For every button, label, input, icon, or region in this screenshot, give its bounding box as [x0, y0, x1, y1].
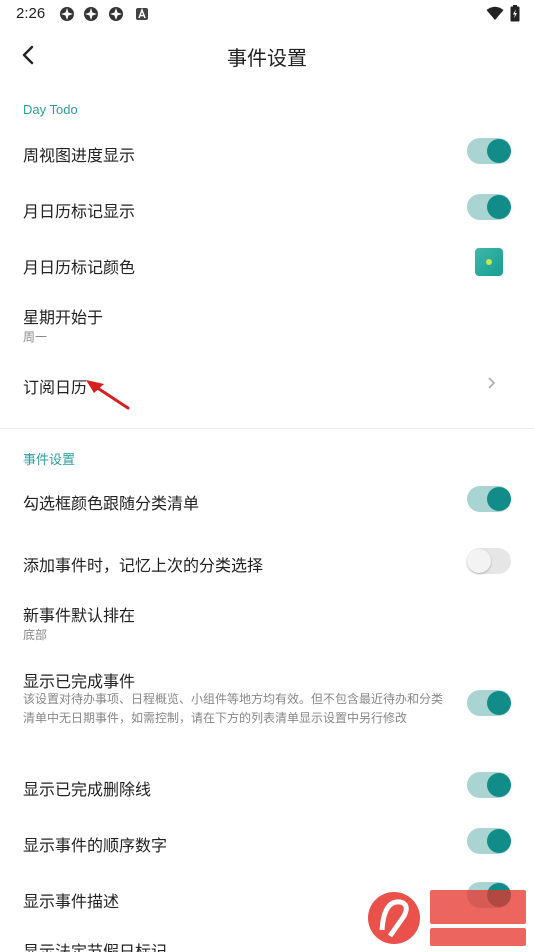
setting-completed-strikethrough[interactable]: 显示已完成删除线 — [0, 762, 534, 810]
setting-label: 显示事件描述 — [23, 894, 120, 911]
strikethrough-toggle[interactable] — [467, 772, 511, 798]
setting-label: 月日历标记显示 — [23, 204, 136, 221]
setting-label: 添加事件时，记忆上次的分类选择 — [23, 558, 264, 575]
battery-charging-icon — [510, 5, 520, 22]
status-time: 2:26 — [16, 5, 46, 22]
setting-label: 新事件默认排在 — [23, 608, 136, 625]
chevron-right-icon — [488, 377, 496, 389]
setting-label: 订阅日历 — [23, 380, 88, 397]
setting-value: 底部 — [23, 628, 48, 642]
setting-label: 显示已完成事件 — [23, 674, 136, 691]
setting-label: 显示已完成删除线 — [23, 782, 152, 799]
page-title: 事件设置 — [227, 48, 307, 70]
watermark-logo — [368, 890, 526, 946]
setting-new-event-position[interactable]: 新事件默认排在 底部 — [0, 592, 534, 648]
order-number-toggle[interactable] — [467, 828, 511, 854]
setting-week-start[interactable]: 星期开始于 周一 — [0, 294, 534, 350]
setting-value: 周一 — [23, 330, 48, 344]
week-progress-toggle[interactable] — [467, 138, 511, 164]
notification-a-icon — [136, 7, 148, 20]
checkbox-color-toggle[interactable] — [467, 486, 511, 512]
show-completed-toggle[interactable] — [467, 690, 511, 716]
setting-label: 月日历标记颜色 — [23, 260, 136, 277]
setting-label: 周视图进度显示 — [23, 148, 136, 165]
setting-remember-category[interactable]: 添加事件时，记忆上次的分类选择 — [0, 538, 534, 586]
setting-show-completed[interactable]: 显示已完成事件 该设置对待办事项、日程概览、小组件等地方均有效。但不包含最近待办… — [0, 658, 534, 748]
setting-subscribe-calendar[interactable]: 订阅日历 — [0, 358, 534, 406]
setting-week-progress[interactable]: 周视图进度显示 — [0, 128, 534, 176]
remember-category-toggle[interactable] — [467, 548, 511, 574]
notification-app-icon — [60, 7, 74, 21]
color-swatch[interactable] — [475, 248, 503, 276]
month-mark-toggle[interactable] — [467, 194, 511, 220]
section-title-day-todo: Day Todo — [23, 102, 78, 117]
app-bar: 事件设置 — [0, 28, 534, 82]
section-divider — [0, 428, 534, 429]
setting-order-number[interactable]: 显示事件的顺序数字 — [0, 818, 534, 866]
setting-label: 显示事件的顺序数字 — [23, 838, 168, 855]
notification-app-icon — [109, 7, 123, 21]
wifi-icon — [486, 6, 504, 20]
annotation-arrow-icon — [86, 380, 130, 410]
setting-description: 该设置对待办事项、日程概览、小组件等地方均有效。但不包含最近待办和分类清单中无日… — [23, 692, 444, 725]
setting-month-mark[interactable]: 月日历标记显示 — [0, 184, 534, 232]
section-title-event-settings: 事件设置 — [23, 452, 76, 467]
status-bar: 2:26 — [0, 0, 534, 28]
setting-label: 星期开始于 — [23, 310, 104, 327]
setting-month-mark-color[interactable]: 月日历标记颜色 — [0, 240, 534, 288]
setting-label: 勾选框颜色跟随分类清单 — [23, 496, 200, 513]
setting-checkbox-color[interactable]: 勾选框颜色跟随分类清单 — [0, 476, 534, 524]
notification-app-icon — [84, 7, 98, 21]
